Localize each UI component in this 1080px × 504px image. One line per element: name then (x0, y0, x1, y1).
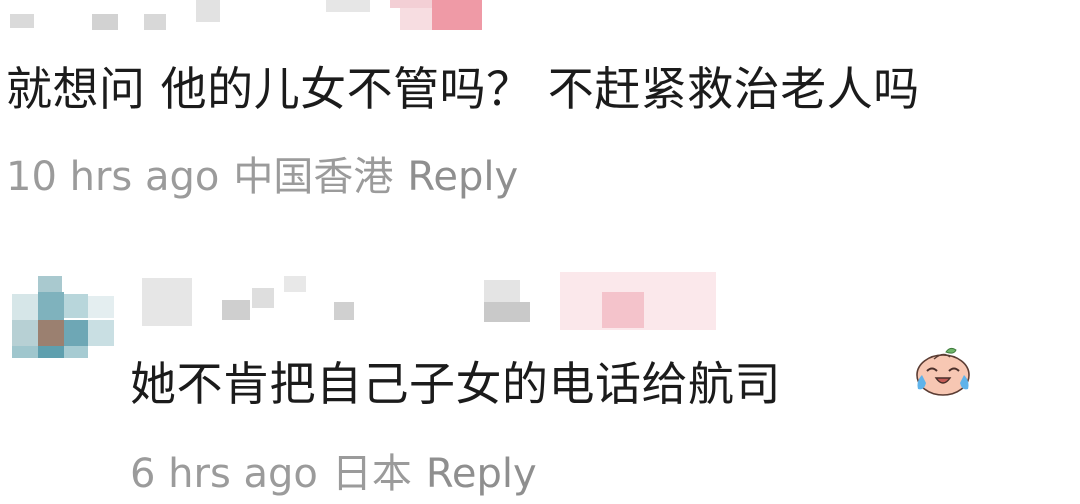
comment-1-location: 中国香港 (233, 154, 394, 200)
comment-2-text: 她不肯把自己子女的电话给航司 (130, 357, 781, 411)
comment-2-reply-button[interactable]: Reply (426, 450, 537, 498)
comment-1-reply-button[interactable]: Reply (407, 153, 518, 201)
comment-1-text: 就想问 他的儿女不管吗？ 不赶紧救治老人吗 (6, 62, 920, 116)
comment-1: 就想问 他的儿女不管吗？ 不赶紧救治老人吗 10 hrs ago 中国香港 Re… (0, 0, 1080, 210)
comment-2-time: 6 hrs ago (130, 451, 318, 497)
crying-laughing-emoji (916, 347, 970, 396)
comment-2: 她不肯把自己子女的电话给航司 6 hrs ago 日本 Reply (0, 260, 1080, 504)
comment-2-meta: 6 hrs ago 日本 Reply (130, 450, 537, 498)
comment-1-meta: 10 hrs ago 中国香港 Reply (6, 153, 518, 201)
blurred-username-1 (0, 0, 490, 32)
blurred-username-2 (140, 272, 720, 330)
comment-2-location: 日本 (331, 451, 412, 497)
avatar (12, 276, 114, 358)
comment-1-time: 10 hrs ago (6, 154, 220, 200)
